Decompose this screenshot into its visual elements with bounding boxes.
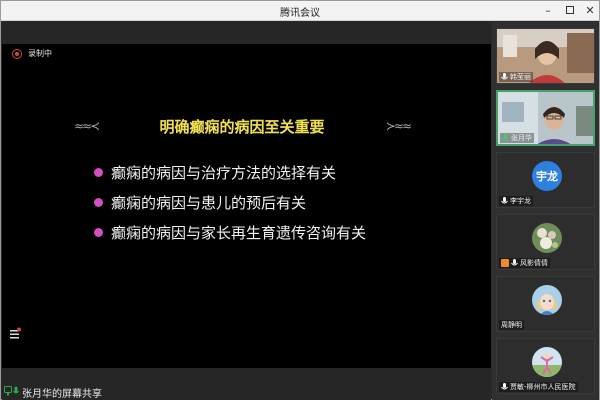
- slide-bullet: 癫痫的病因与患儿的预后有关: [94, 192, 306, 213]
- screen-share-icon: [4, 386, 19, 396]
- bullet-text: 癫痫的病因与治疗方法的选择有关: [111, 164, 337, 182]
- mic-icon: [501, 383, 508, 390]
- participants-panel: 韩莹丽 张月华 宇龙 李宇龙 风影倩倩 周静明 贾敏-柳州市人民医院: [492, 22, 599, 400]
- slide-title: 明确癫痫的病因至关重要: [159, 118, 325, 136]
- meeting-window: 腾讯会议 – ✕ ≈≈≺ 明确癫痫的病因至关重要 ≻≈≈ 癫痫的病因与治疗方法的…: [0, 0, 600, 400]
- participant-name: 周静明: [499, 320, 524, 330]
- participant-name-text: 韩莹丽: [510, 73, 531, 81]
- user-icon: [501, 259, 509, 267]
- participant-tile[interactable]: 宇龙 李宇龙: [496, 152, 595, 208]
- participant-name: 李宇龙: [499, 196, 533, 206]
- flourish-right-icon: ≻≈≈: [385, 119, 412, 133]
- title-bar: 腾讯会议 – ✕: [1, 1, 599, 21]
- participant-name-text: 李宇龙: [510, 197, 531, 205]
- bullet-dot-icon: [94, 198, 103, 207]
- participant-name: 风影倩倩: [499, 258, 550, 268]
- avatar: [532, 285, 562, 315]
- participant-tile-active[interactable]: 张月华: [496, 90, 595, 146]
- slide-bullet: 癫痫的病因与治疗方法的选择有关: [94, 162, 336, 183]
- presentation-slide: ≈≈≺ 明确癫痫的病因至关重要 ≻≈≈ 癫痫的病因与治疗方法的选择有关 癫痫的病…: [2, 44, 491, 368]
- avatar: [532, 223, 562, 253]
- maximize-icon[interactable]: [561, 2, 579, 18]
- participant-name-text: 风影倩倩: [520, 259, 548, 267]
- close-icon[interactable]: ✕: [581, 2, 599, 18]
- recording-indicator[interactable]: 录制中: [12, 48, 52, 59]
- participant-tile[interactable]: 韩莹丽: [496, 28, 595, 84]
- shared-screen-area: ≈≈≺ 明确癫痫的病因至关重要 ≻≈≈ 癫痫的病因与治疗方法的选择有关 癫痫的病…: [2, 22, 491, 400]
- participant-tile[interactable]: 周静明: [496, 276, 595, 332]
- mic-icon: [13, 386, 19, 394]
- screen-share-label: 张月华的屏幕共享: [22, 389, 102, 400]
- bullet-text: 癫痫的病因与患儿的预后有关: [111, 194, 307, 212]
- bullet-dot-icon: [94, 228, 103, 237]
- recording-label: 录制中: [28, 49, 52, 58]
- mic-icon: [511, 259, 518, 266]
- participant-tile[interactable]: 风影倩倩: [496, 214, 595, 270]
- participant-name-text: 周静明: [501, 321, 522, 329]
- window-title: 腾讯会议: [280, 8, 320, 19]
- avatar: [532, 347, 562, 377]
- slide-bullet: 癫痫的病因与家长再生育遗传咨询有关: [94, 222, 366, 243]
- bullet-dot-icon: [94, 168, 103, 177]
- participant-name: 贾敏-柳州市人民医院: [499, 382, 578, 392]
- participant-name-text: 张月华: [511, 134, 532, 142]
- recording-icon: [12, 48, 22, 59]
- minimize-icon[interactable]: –: [539, 2, 557, 18]
- participant-name: 张月华: [500, 133, 534, 143]
- participant-name-text: 贾敏-柳州市人民医院: [510, 383, 576, 391]
- participant-tile[interactable]: 贾敏-柳州市人民医院: [496, 338, 595, 394]
- tools-icon[interactable]: [8, 327, 22, 341]
- mic-icon: [501, 73, 508, 80]
- slide-title-row: ≈≈≺ 明确癫痫的病因至关重要 ≻≈≈: [72, 116, 412, 136]
- avatar: 宇龙: [532, 161, 562, 191]
- mic-icon: [501, 197, 508, 204]
- mic-icon: [502, 134, 509, 141]
- screen-share-bar: 张月华的屏幕共享: [2, 384, 491, 400]
- participant-name: 韩莹丽: [499, 72, 533, 82]
- bullet-text: 癫痫的病因与家长再生育遗传咨询有关: [111, 224, 367, 242]
